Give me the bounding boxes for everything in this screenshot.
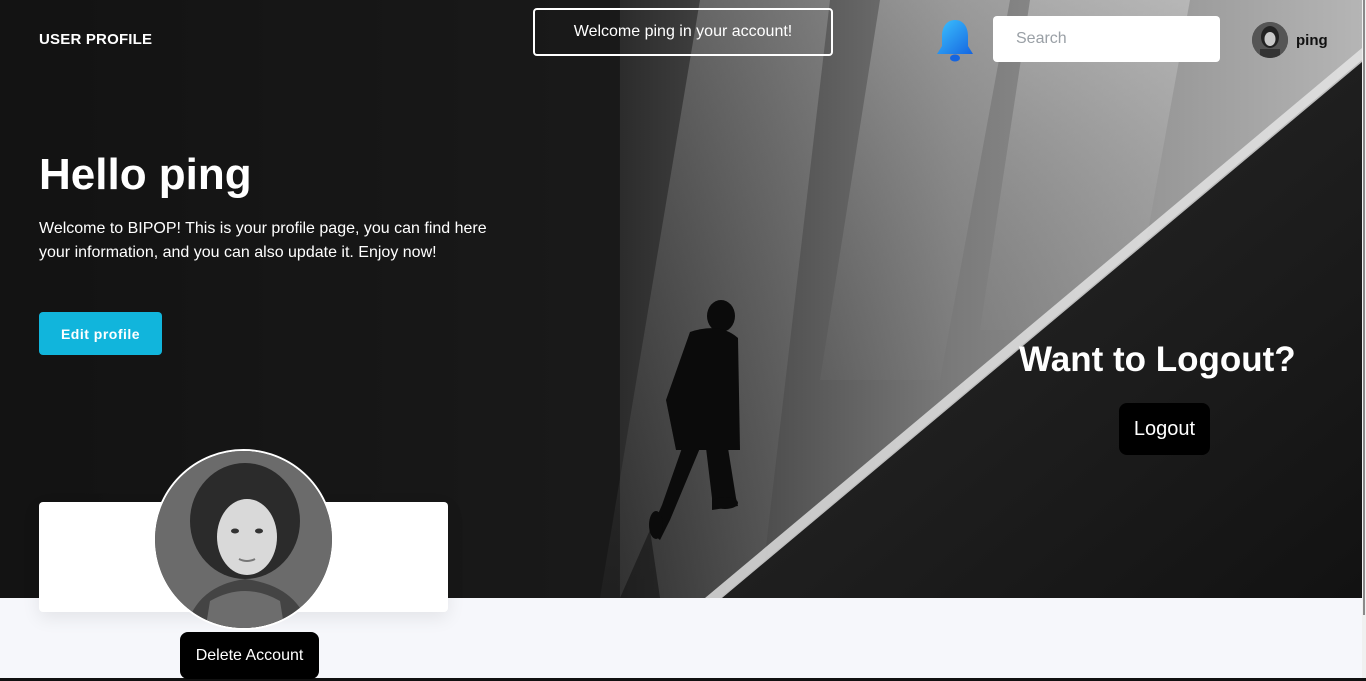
logout-heading: Want to Logout? — [1019, 340, 1296, 379]
user-name[interactable]: ping — [1296, 32, 1328, 49]
brand-title: USER PROFILE — [39, 31, 153, 48]
welcome-banner: Welcome ping in your account! — [533, 8, 833, 56]
user-menu[interactable]: ping — [1252, 22, 1328, 58]
avatar[interactable] — [1252, 22, 1288, 58]
bell-icon[interactable] — [935, 18, 975, 64]
profile-avatar — [153, 449, 334, 630]
edit-profile-button[interactable]: Edit profile — [39, 312, 162, 355]
intro-text: Welcome to BIPOP! This is your profile p… — [39, 220, 487, 261]
greeting-heading: Hello ping — [39, 150, 252, 199]
search-input[interactable] — [993, 16, 1220, 62]
scrollbar-thumb[interactable] — [1363, 0, 1365, 615]
welcome-message: Welcome ping in your account! — [573, 23, 793, 40]
logout-button[interactable]: Logout — [1119, 403, 1210, 455]
delete-account-button[interactable]: Delete Account — [180, 632, 319, 679]
